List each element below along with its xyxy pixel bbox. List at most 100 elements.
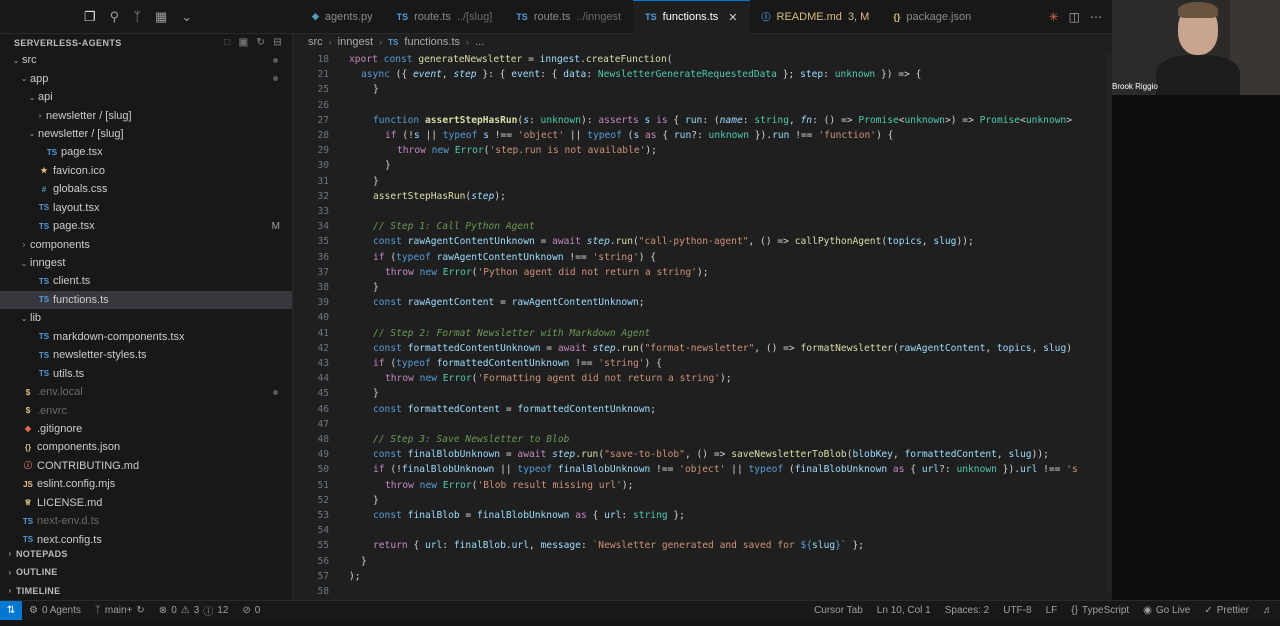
- file-next-env-d-ts[interactable]: TS next-env.d.ts: [0, 512, 292, 530]
- code-line[interactable]: 45}: [293, 386, 1112, 401]
- code-line[interactable]: 38}: [293, 280, 1112, 295]
- cursor-position[interactable]: Ln 10, Col 1: [870, 605, 938, 616]
- code-line[interactable]: 35 const rawAgentContentUnknown = await s…: [293, 234, 1112, 249]
- folder-src[interactable]: ⌄ src: [0, 51, 292, 69]
- breadcrumb-src[interactable]: src: [308, 36, 323, 48]
- code-line[interactable]: 50 if (!finalBlobUnknown || typeof finalB…: [293, 462, 1112, 477]
- code-line[interactable]: 42 const formattedContentUnknown = await …: [293, 341, 1112, 356]
- folder-api[interactable]: ⌄ api: [0, 88, 292, 106]
- panel-outline[interactable]: › OUTLINE: [0, 563, 293, 582]
- files-icon[interactable]: ❐: [84, 9, 96, 25]
- close-icon[interactable]: ✕: [728, 11, 737, 24]
- code-line[interactable]: 46 const formattedContent = formattedCont…: [293, 402, 1112, 417]
- breadcrumb-symbol[interactable]: ...: [475, 36, 484, 48]
- code-line[interactable]: 39 const rawAgentContent = rawAgentConten…: [293, 295, 1112, 310]
- file-functions-ts[interactable]: TS functions.ts: [0, 290, 292, 310]
- code-line[interactable]: 54: [293, 523, 1112, 538]
- code-line[interactable]: 34 // Step 1: Call Python Agent: [293, 219, 1112, 234]
- tab-functions-ts[interactable]: TS functions.ts ✕: [633, 0, 750, 34]
- indentation-status[interactable]: Spaces: 2: [938, 605, 996, 616]
- folder-app[interactable]: ⌄ app: [0, 69, 292, 87]
- folder-lib[interactable]: ⌄ lib: [0, 309, 292, 327]
- file-license-md[interactable]: ♕ LICENSE.md: [0, 494, 292, 512]
- file--gitignore[interactable]: ◆ .gitignore: [0, 420, 292, 438]
- language-mode[interactable]: {} TypeScript: [1064, 605, 1136, 616]
- file-globals-css[interactable]: # globals.css: [0, 180, 292, 198]
- code-line[interactable]: 49 const finalBlobUnknown = await step.ru…: [293, 447, 1112, 462]
- agents-status[interactable]: ⚙ 0 Agents: [22, 605, 88, 616]
- file-markdown-components-tsx[interactable]: TS markdown-components.tsx: [0, 328, 292, 346]
- file-contributing-md[interactable]: ⓘ CONTRIBUTING.md: [0, 457, 292, 475]
- file--envrc[interactable]: $ .envrc: [0, 401, 292, 419]
- copilot-icon[interactable]: ✳: [1049, 10, 1059, 24]
- search-icon[interactable]: ⚲: [110, 9, 120, 25]
- code-line[interactable]: 51 throw new Error('Blob result missing u…: [293, 478, 1112, 493]
- code-line[interactable]: 29 throw new Error('step.run is not avail…: [293, 143, 1112, 158]
- tab-readme-md[interactable]: ⓘ README.md 3, M: [750, 0, 882, 34]
- code-line[interactable]: 40: [293, 310, 1112, 325]
- code-editor[interactable]: src › inngest › TS functions.ts › ... 18…: [293, 34, 1112, 600]
- breadcrumb-inngest[interactable]: inngest: [338, 36, 373, 48]
- tab-route-ts[interactable]: TS route.ts ../[slug]: [385, 0, 505, 34]
- code-line[interactable]: 47: [293, 417, 1112, 432]
- code-line[interactable]: 48 // Step 3: Save Newsletter to Blob: [293, 432, 1112, 447]
- file--env-local[interactable]: $ .env.local: [0, 383, 292, 401]
- file-page-tsx[interactable]: TS page.tsx M: [0, 217, 292, 235]
- branch-status[interactable]: ᛉ main+ ↻: [88, 605, 152, 616]
- code-line[interactable]: 56}: [293, 554, 1112, 569]
- encoding-status[interactable]: UTF-8: [996, 605, 1038, 616]
- code-line[interactable]: 21 async ({ event, step }: { event: { dat…: [293, 67, 1112, 82]
- folder-newsletter-slug-[interactable]: ⌄ newsletter / [slug]: [0, 125, 292, 143]
- code-line[interactable]: 27 function assertStepHasRun(s: unknown):…: [293, 113, 1112, 128]
- code-line[interactable]: 31}: [293, 174, 1112, 189]
- code-line[interactable]: 32 assertStepHasRun(step);: [293, 189, 1112, 204]
- folder-components[interactable]: › components: [0, 235, 292, 253]
- folder-inngest[interactable]: ⌄ inngest: [0, 254, 292, 272]
- cursor-tab-status[interactable]: Cursor Tab: [807, 605, 870, 616]
- code-line[interactable]: 58: [293, 584, 1112, 599]
- file-client-ts[interactable]: TS client.ts: [0, 272, 292, 290]
- split-editor-icon[interactable]: ◫: [1069, 10, 1080, 24]
- extensions-icon[interactable]: ▦: [155, 9, 167, 25]
- panel-notepads[interactable]: › NOTEPADS: [0, 545, 293, 564]
- source-control-icon[interactable]: ᛉ: [133, 9, 141, 24]
- breadcrumb-file[interactable]: functions.ts: [404, 36, 460, 48]
- file-favicon-ico[interactable]: ★ favicon.ico: [0, 162, 292, 180]
- code-line[interactable]: 36 if (typeof rawAgentContentUnknown !== …: [293, 250, 1112, 265]
- code-line[interactable]: 44 throw new Error('Formatting agent did …: [293, 371, 1112, 386]
- code-line[interactable]: 55 return { url: finalBlob.url, message: …: [293, 538, 1112, 553]
- collapse-all-icon[interactable]: ⊟: [273, 37, 282, 48]
- code-line[interactable]: 52}: [293, 493, 1112, 508]
- file-page-tsx[interactable]: TS page.tsx: [0, 143, 292, 161]
- new-folder-icon[interactable]: ▣: [239, 37, 249, 48]
- code-line[interactable]: 43 if (typeof formattedContentUnknown !==…: [293, 356, 1112, 371]
- file-utils-ts[interactable]: TS utils.ts: [0, 364, 292, 382]
- problems-status[interactable]: ⊗ 0 ⚠ 3 ⓘ 12: [152, 603, 236, 618]
- refresh-icon[interactable]: ↻: [256, 37, 265, 48]
- file-layout-tsx[interactable]: TS layout.tsx: [0, 199, 292, 217]
- panel-timeline[interactable]: › TIMELINE: [0, 582, 293, 601]
- explorer-header[interactable]: SERVERLESS-AGENTS □ ▣ ↻ ⊟: [0, 34, 292, 51]
- tab-route-ts[interactable]: TS route.ts ../inngest: [504, 0, 633, 34]
- prettier-status[interactable]: ✓ Prettier: [1197, 605, 1256, 616]
- code-line[interactable]: 37 throw new Error('Python agent did not …: [293, 265, 1112, 280]
- tab-package-json[interactable]: {} package.json: [881, 0, 983, 34]
- code-line[interactable]: 33: [293, 204, 1112, 219]
- code-line[interactable]: 53 const finalBlob = finalBlobUnknown as …: [293, 508, 1112, 523]
- notifications-icon[interactable]: ♬: [1256, 605, 1280, 616]
- code-line[interactable]: 30}: [293, 158, 1112, 173]
- code-line[interactable]: 41 // Step 2: Format Newsletter with Mark…: [293, 326, 1112, 341]
- code-line[interactable]: 26: [293, 98, 1112, 113]
- tab-agents-py[interactable]: ◆ agents.py: [300, 0, 385, 34]
- new-file-icon[interactable]: □: [224, 37, 230, 48]
- eol-status[interactable]: LF: [1039, 605, 1065, 616]
- ports-status[interactable]: ⊘ 0: [235, 605, 267, 616]
- code-line[interactable]: 25}: [293, 82, 1112, 97]
- file-newsletter-styles-ts[interactable]: TS newsletter-styles.ts: [0, 346, 292, 364]
- go-live-button[interactable]: ◉ Go Live: [1136, 605, 1197, 616]
- folder-newsletter-slug-[interactable]: › newsletter / [slug]: [0, 106, 292, 124]
- code-line[interactable]: 57);: [293, 569, 1112, 584]
- remote-indicator-icon[interactable]: ⇅: [0, 600, 22, 621]
- code-line[interactable]: 18 xport const generateNewsletter = innge…: [293, 52, 1112, 67]
- file-eslint-config-mjs[interactable]: JS eslint.config.mjs: [0, 475, 292, 493]
